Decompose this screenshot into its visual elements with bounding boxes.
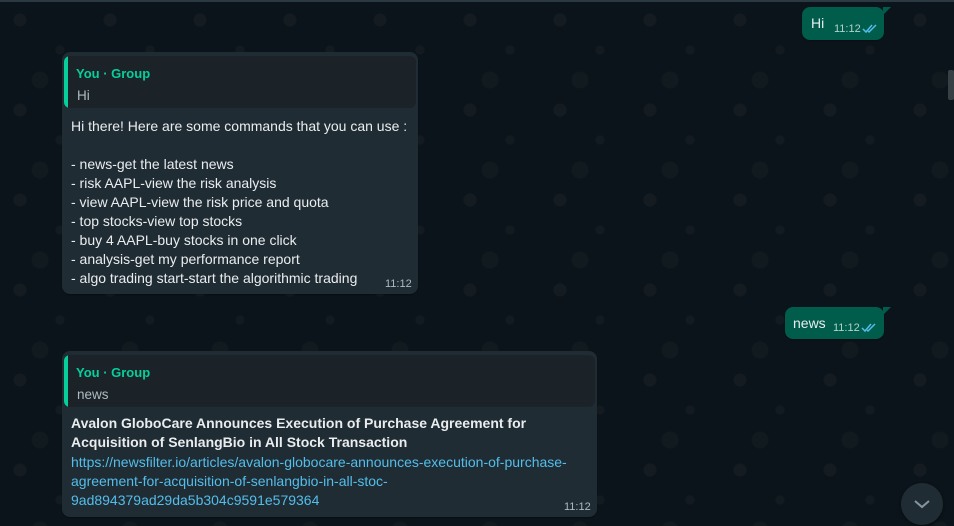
message-line: - risk AAPL-view the risk analysis bbox=[71, 175, 277, 191]
news-link-line[interactable]: https://newsfilter.io/articles/avalon-gl… bbox=[71, 453, 567, 472]
message-line: Hi there! Here are some commands that yo… bbox=[71, 118, 408, 134]
double-check-icon bbox=[861, 323, 876, 333]
quoted-reply[interactable]: You · Group news bbox=[64, 355, 595, 407]
double-check-icon bbox=[862, 24, 877, 34]
news-link-line[interactable]: agreement-for-acquisition-of-senlangbio-… bbox=[71, 472, 388, 491]
bubble-tail bbox=[883, 7, 891, 15]
message-time: 11:12 bbox=[564, 501, 591, 513]
chevron-down-icon bbox=[914, 500, 930, 509]
message-text: Hi bbox=[811, 15, 825, 31]
quote-text: Hi bbox=[77, 88, 90, 103]
quote-accent-bar bbox=[64, 355, 68, 407]
message-line: - analysis-get my performance report bbox=[71, 251, 300, 267]
message-line: - buy 4 AAPL-buy stocks in one click bbox=[71, 232, 297, 248]
news-link-line[interactable]: 9ad894379ad29da5b304c9591e579364 bbox=[71, 491, 319, 510]
message-line: - algo trading start-start the algorithm… bbox=[71, 270, 358, 286]
news-title-line: Avalon GloboCare Announces Execution of … bbox=[71, 415, 527, 431]
outgoing-message-news[interactable]: news 11:12 bbox=[785, 307, 884, 339]
message-time: 11:12 bbox=[385, 278, 412, 290]
quote-text: news bbox=[77, 387, 109, 402]
scrollbar-thumb[interactable] bbox=[948, 70, 954, 100]
incoming-message-commands[interactable]: You · Group Hi Hi there! Here are some c… bbox=[62, 52, 418, 294]
scroll-to-bottom-button[interactable] bbox=[901, 483, 943, 525]
quote-accent-bar bbox=[64, 56, 68, 108]
news-title-line: Acquisition of SenlangBio in All Stock T… bbox=[71, 434, 408, 450]
message-line: - view AAPL-view the risk price and quot… bbox=[71, 194, 329, 210]
header-divider bbox=[0, 0, 954, 2]
message-line: - top stocks-view top stocks bbox=[71, 213, 243, 229]
message-line: - news-get the latest news bbox=[71, 156, 234, 172]
incoming-message-news[interactable]: You · Group news Avalon GloboCare Announ… bbox=[62, 351, 597, 517]
message-text: news bbox=[793, 315, 826, 331]
message-time: 11:12 bbox=[834, 23, 861, 35]
bubble-tail bbox=[883, 307, 891, 315]
quote-author: You · Group bbox=[76, 365, 151, 380]
message-time: 11:12 bbox=[833, 322, 860, 334]
outgoing-message-hi[interactable]: Hi 11:12 bbox=[802, 7, 884, 40]
quote-author: You · Group bbox=[76, 66, 151, 81]
quoted-reply[interactable]: You · Group Hi bbox=[64, 56, 416, 108]
